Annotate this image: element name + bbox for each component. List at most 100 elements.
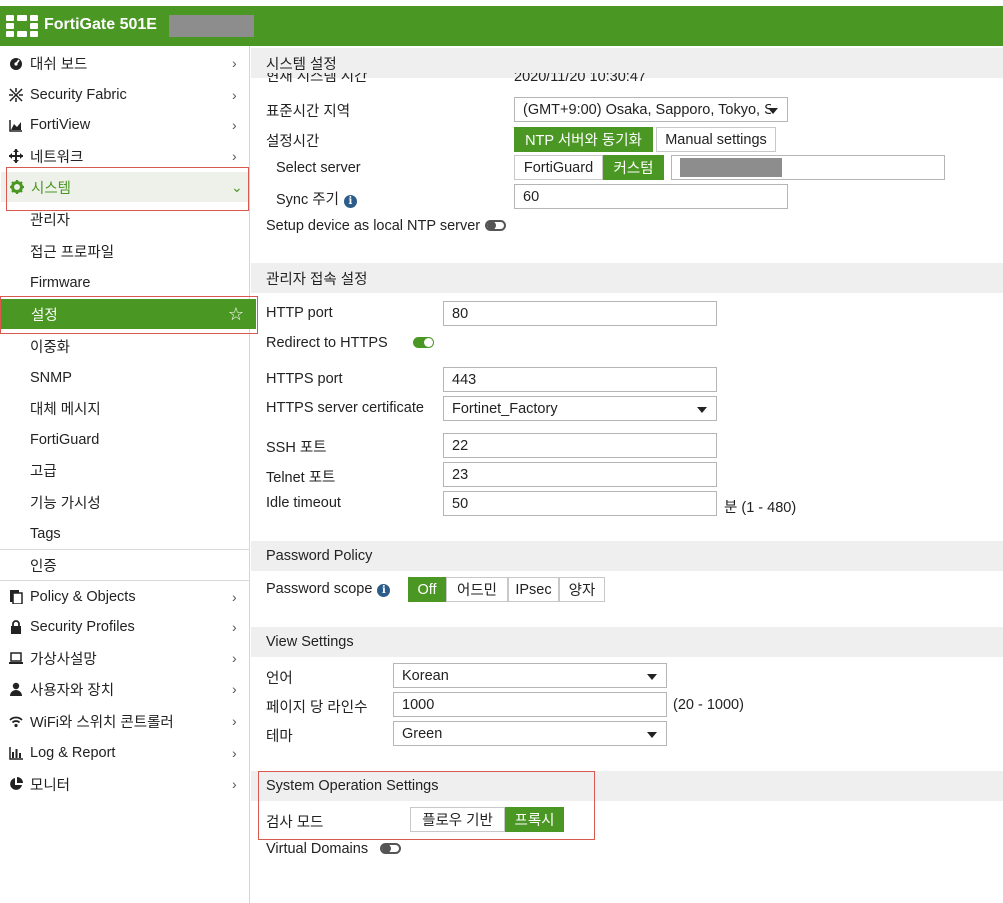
chevron-right-icon: › bbox=[232, 745, 237, 761]
select-server-label: Select server bbox=[276, 160, 361, 176]
chart-icon bbox=[9, 118, 23, 132]
redacted-hostname bbox=[169, 15, 254, 37]
timezone-select[interactable]: (GMT+9:00) Osaka, Sapporo, Tokyo, S bbox=[514, 97, 788, 122]
password-scope-both[interactable]: 양자 bbox=[559, 577, 605, 602]
set-time-label: 설정시간 bbox=[266, 134, 320, 150]
ntp-sync-option[interactable]: NTP 서버와 동기화 bbox=[514, 127, 653, 152]
sidebar-sub-label: 인증 bbox=[30, 558, 57, 575]
sidebar-sub-snmp[interactable]: SNMP bbox=[30, 363, 72, 393]
sidebar-sub-firmware[interactable]: Firmware bbox=[30, 268, 90, 298]
local-ntp-toggle[interactable] bbox=[485, 220, 506, 231]
sidebar-item-security-fabric[interactable]: Security Fabric › bbox=[0, 80, 250, 110]
timezone-label: 표준시간 지역 bbox=[266, 104, 351, 120]
sidebar-sub-access-profile[interactable]: 접근 프로파일 bbox=[30, 236, 114, 266]
redirect-https-toggle[interactable] bbox=[413, 337, 434, 348]
idle-timeout-label: Idle timeout bbox=[266, 495, 341, 511]
chevron-right-icon: › bbox=[232, 87, 237, 103]
sync-label-text: Sync 주기 bbox=[276, 192, 339, 208]
https-port-input[interactable]: 443 bbox=[443, 367, 717, 392]
fortiguard-option[interactable]: FortiGuard bbox=[514, 155, 603, 180]
highlight-box-operation bbox=[258, 771, 595, 840]
sidebar-item-wifi-switch[interactable]: WiFi와 스위치 콘트롤러 › bbox=[0, 706, 250, 736]
http-port-input[interactable]: 80 bbox=[443, 301, 717, 326]
sidebar-sub-tags[interactable]: Tags bbox=[30, 519, 61, 549]
https-cert-select[interactable]: Fortinet_Factory bbox=[443, 396, 717, 421]
lines-per-page-label: 페이지 당 라인수 bbox=[266, 700, 368, 716]
sidebar-item-label: 네트워크 bbox=[30, 149, 84, 166]
ssh-port-label: SSH 포트 bbox=[266, 440, 327, 456]
sidebar-sub-ha[interactable]: 이중화 bbox=[30, 331, 70, 361]
sidebar-item-security-profiles[interactable]: Security Profiles › bbox=[0, 612, 250, 642]
sidebar-sub-label: Tags bbox=[30, 526, 61, 542]
sidebar-item-label: Log & Report bbox=[30, 745, 116, 761]
virtual-domains-toggle[interactable] bbox=[380, 843, 401, 854]
sidebar-item-log-report[interactable]: Log & Report › bbox=[0, 738, 250, 768]
redacted-server bbox=[680, 158, 782, 177]
chevron-right-icon: › bbox=[232, 148, 237, 164]
fabric-icon bbox=[9, 88, 23, 102]
current-time-value: 2020/11/20 10:30:47 bbox=[514, 73, 646, 85]
policy-icon bbox=[9, 590, 23, 604]
sidebar-sub-label: 이중화 bbox=[30, 339, 71, 356]
language-select[interactable]: Korean bbox=[393, 663, 667, 688]
sidebar-sub-label: 기능 가시성 bbox=[30, 495, 101, 512]
sidebar-sub-label: 관리자 bbox=[30, 212, 71, 229]
bar-chart-icon bbox=[9, 746, 23, 760]
custom-option[interactable]: 커스텀 bbox=[603, 155, 664, 180]
sidebar-sub-admin[interactable]: 관리자 bbox=[30, 204, 70, 234]
device-name: FortiGate 501E bbox=[44, 16, 157, 33]
sidebar-divider bbox=[0, 580, 250, 581]
https-cert-value: Fortinet_Factory bbox=[452, 400, 558, 417]
chevron-right-icon: › bbox=[232, 117, 237, 133]
password-scope-label: Password scope i bbox=[266, 581, 391, 597]
sync-interval-label: Sync 주기 i bbox=[276, 188, 357, 209]
pie-chart-icon bbox=[9, 777, 23, 791]
theme-value: Green bbox=[402, 725, 443, 742]
chevron-right-icon: › bbox=[232, 776, 237, 792]
theme-select[interactable]: Green bbox=[393, 721, 667, 746]
local-ntp-label: Setup device as local NTP server bbox=[266, 218, 481, 234]
manual-settings-option[interactable]: Manual settings bbox=[656, 127, 776, 152]
sidebar-sub-fortiguard[interactable]: FortiGuard bbox=[30, 425, 99, 455]
section-header-view: View Settings bbox=[251, 627, 1003, 657]
sidebar-item-label: WiFi와 스위치 콘트롤러 bbox=[30, 714, 174, 731]
lines-per-page-input[interactable]: 1000 bbox=[393, 692, 667, 717]
sidebar-item-dashboard[interactable]: 대쉬 보드 › bbox=[0, 48, 250, 78]
sidebar-item-policy-objects[interactable]: Policy & Objects › bbox=[0, 582, 250, 612]
password-scope-admin[interactable]: 어드민 bbox=[446, 577, 508, 602]
fortinet-logo-icon[interactable] bbox=[6, 15, 38, 37]
sidebar-item-fortiview[interactable]: FortiView › bbox=[0, 110, 250, 140]
sidebar-sub-advanced[interactable]: 고급 bbox=[30, 455, 57, 485]
lines-per-page-hint: (20 - 1000) bbox=[673, 697, 744, 713]
sidebar-item-vpn[interactable]: 가상사설망 › bbox=[0, 643, 250, 673]
idle-timeout-hint: 분 (1 - 480) bbox=[724, 500, 797, 516]
highlight-box-settings bbox=[0, 296, 258, 334]
custom-server-input[interactable] bbox=[671, 155, 945, 180]
language-label: 언어 bbox=[266, 671, 293, 687]
password-scope-ipsec[interactable]: IPsec bbox=[508, 577, 559, 602]
info-icon[interactable]: i bbox=[343, 195, 357, 208]
sync-interval-input[interactable]: 60 bbox=[514, 184, 788, 209]
sidebar-item-label: 모니터 bbox=[30, 777, 71, 794]
info-icon[interactable]: i bbox=[377, 584, 391, 597]
sidebar-item-user-device[interactable]: 사용자와 장치 › bbox=[0, 674, 250, 704]
sidebar-item-monitor[interactable]: 모니터 › bbox=[0, 769, 250, 799]
sidebar-sub-feature-visibility[interactable]: 기능 가시성 bbox=[30, 487, 101, 517]
sidebar-item-label: Security Fabric bbox=[30, 87, 127, 103]
telnet-port-input[interactable]: 23 bbox=[443, 462, 717, 487]
user-icon bbox=[9, 682, 23, 696]
settings-panel: 시스템 설정 현재 시스템 시간 2020/11/20 10:30:47 표준시… bbox=[251, 46, 1003, 903]
section-title: 시스템 설정 bbox=[266, 56, 337, 73]
top-header: FortiGate 501E bbox=[0, 6, 1003, 46]
password-scope-off[interactable]: Off bbox=[408, 577, 446, 602]
https-port-label: HTTPS port bbox=[266, 371, 343, 387]
chevron-right-icon: › bbox=[232, 681, 237, 697]
sidebar-sub-label: SNMP bbox=[30, 370, 72, 386]
sidebar-sub-label: 접근 프로파일 bbox=[30, 244, 115, 261]
section-header-admin: 관리자 접속 설정 bbox=[251, 263, 1003, 293]
idle-timeout-input[interactable]: 50 bbox=[443, 491, 717, 516]
sidebar-sub-replacement-messages[interactable]: 대체 메시지 bbox=[30, 393, 101, 423]
sidebar-sub-certificates[interactable]: 인증 bbox=[30, 550, 57, 580]
ssh-port-input[interactable]: 22 bbox=[443, 433, 717, 458]
chevron-right-icon: › bbox=[232, 650, 237, 666]
